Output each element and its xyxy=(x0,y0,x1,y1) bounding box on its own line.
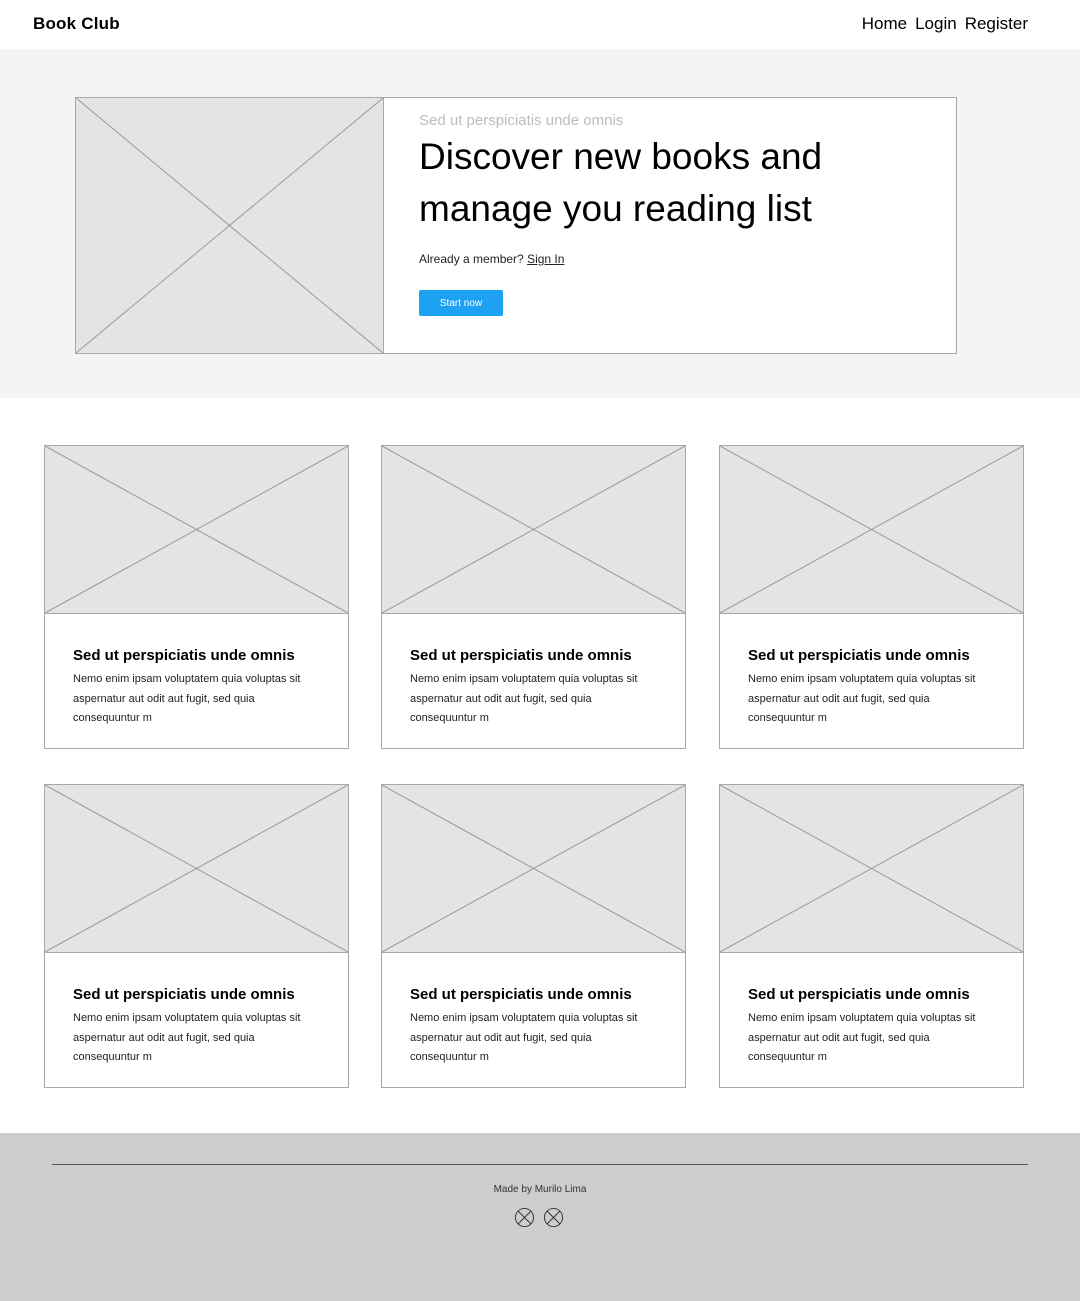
member-prompt-text: Already a member? xyxy=(419,252,524,266)
nav-home-link[interactable]: Home xyxy=(862,14,907,34)
card-text: Nemo enim ipsam voluptatem quia voluptas… xyxy=(410,673,638,724)
hero-image-placeholder xyxy=(76,98,384,353)
footer-divider xyxy=(52,1164,1028,1165)
card-text: Nemo enim ipsam voluptatem quia voluptas… xyxy=(748,673,976,724)
placeholder-circle-icon[interactable] xyxy=(543,1207,564,1228)
card-image-placeholder xyxy=(720,446,1023,614)
card-image-placeholder xyxy=(720,785,1023,953)
main-nav: Home Login Register xyxy=(862,14,1028,34)
hero-content: Sed ut perspiciatis unde omnis Discover … xyxy=(419,112,919,316)
brand-logo[interactable]: Book Club xyxy=(33,14,120,34)
card-image-placeholder xyxy=(382,785,685,953)
hero-section: Sed ut perspiciatis unde omnis Discover … xyxy=(0,49,1080,398)
book-card[interactable]: Sed ut perspiciatis unde omnis Nemo enim… xyxy=(381,445,686,749)
card-image-placeholder xyxy=(45,446,348,614)
card-text: Nemo enim ipsam voluptatem quia voluptas… xyxy=(748,1012,976,1063)
card-title: Sed ut perspiciatis unde omnis xyxy=(748,647,970,664)
nav-register-link[interactable]: Register xyxy=(965,14,1028,34)
footer-credit: Made by Murilo Lima xyxy=(493,1184,587,1195)
hero-card: Sed ut perspiciatis unde omnis Discover … xyxy=(75,97,957,354)
start-now-button[interactable]: Start now xyxy=(419,290,503,316)
site-header: Book Club Home Login Register xyxy=(0,0,1080,49)
book-card[interactable]: Sed ut perspiciatis unde omnis Nemo enim… xyxy=(44,784,349,1088)
card-text: Nemo enim ipsam voluptatem quia voluptas… xyxy=(73,1012,301,1063)
card-text: Nemo enim ipsam voluptatem quia voluptas… xyxy=(73,673,301,724)
site-footer: Made by Murilo Lima xyxy=(0,1133,1080,1301)
member-prompt: Already a member? Sign In xyxy=(419,252,919,266)
nav-login-link[interactable]: Login xyxy=(915,14,957,34)
book-card[interactable]: Sed ut perspiciatis unde omnis Nemo enim… xyxy=(381,784,686,1088)
sign-in-link[interactable]: Sign In xyxy=(527,252,564,266)
placeholder-circle-icon[interactable] xyxy=(514,1207,535,1228)
card-title: Sed ut perspiciatis unde omnis xyxy=(410,647,632,664)
card-title: Sed ut perspiciatis unde omnis xyxy=(73,986,295,1003)
social-links xyxy=(514,1207,564,1228)
card-title: Sed ut perspiciatis unde omnis xyxy=(73,647,295,664)
card-image-placeholder xyxy=(45,785,348,953)
hero-title: Discover new books and manage you readin… xyxy=(419,136,823,229)
card-title: Sed ut perspiciatis unde omnis xyxy=(748,986,970,1003)
card-image-placeholder xyxy=(382,446,685,614)
hero-eyebrow: Sed ut perspiciatis unde omnis xyxy=(419,112,624,129)
card-text: Nemo enim ipsam voluptatem quia voluptas… xyxy=(410,1012,638,1063)
card-title: Sed ut perspiciatis unde omnis xyxy=(410,986,632,1003)
book-card[interactable]: Sed ut perspiciatis unde omnis Nemo enim… xyxy=(719,445,1024,749)
book-card[interactable]: Sed ut perspiciatis unde omnis Nemo enim… xyxy=(44,445,349,749)
book-card[interactable]: Sed ut perspiciatis unde omnis Nemo enim… xyxy=(719,784,1024,1088)
